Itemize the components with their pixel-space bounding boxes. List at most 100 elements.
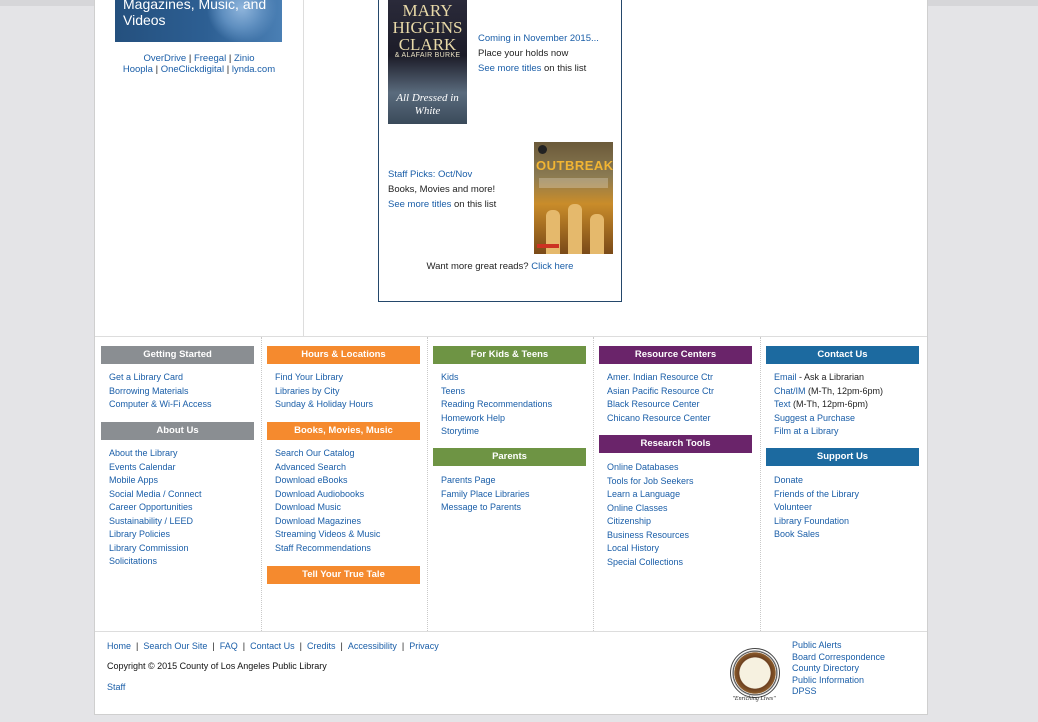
- cover-author: MARY HIGGINS CLARK: [392, 1, 463, 54]
- digital-media-banner[interactable]: Magazines, Music, and Videos: [115, 0, 282, 42]
- nav-link[interactable]: Reading Recommendations: [441, 399, 552, 409]
- nav-link[interactable]: Sunday & Holiday Hours: [275, 399, 373, 409]
- staff-picks-description: Books, Movies and more!: [388, 184, 496, 195]
- nav-link[interactable]: Search Our Catalog: [275, 448, 355, 458]
- nav-link[interactable]: Mobile Apps: [109, 475, 158, 485]
- coming-november-link[interactable]: Coming in November 2015...: [478, 33, 599, 44]
- nav-link[interactable]: Library Policies: [109, 529, 170, 539]
- nav-link[interactable]: Get a Library Card: [109, 372, 183, 382]
- nav-link[interactable]: Download eBooks: [275, 475, 348, 485]
- nav-link[interactable]: Solicitations: [109, 556, 157, 566]
- site-footer: Home | Search Our Site | FAQ | Contact Us | Cred…: [95, 632, 927, 714]
- nav-link[interactable]: Teens: [441, 386, 465, 396]
- footer-link-accessibility[interactable]: Accessibility: [348, 641, 397, 651]
- nav-link[interactable]: Donate: [774, 475, 803, 485]
- nav-link[interactable]: Message to Parents: [441, 502, 521, 512]
- link-lynda[interactable]: lynda.com: [232, 64, 275, 75]
- nav-link[interactable]: Tools for Job Seekers: [607, 476, 694, 486]
- tell-your-true-tale-button[interactable]: Tell Your True Tale: [267, 566, 420, 584]
- book-cover-all-dressed-in-white[interactable]: MARY HIGGINS CLARK & ALAFAIR BURKE All D…: [388, 0, 467, 124]
- nav-link[interactable]: Citizenship: [607, 516, 651, 526]
- nav-link[interactable]: Libraries by City: [275, 386, 340, 396]
- see-more-titles-link[interactable]: See more titles: [478, 63, 541, 74]
- footer-link-search[interactable]: Search Our Site: [143, 641, 207, 651]
- nav-link[interactable]: Library Foundation: [774, 516, 849, 526]
- nav-link[interactable]: Homework Help: [441, 413, 505, 423]
- nav-link[interactable]: Social Media / Connect: [109, 489, 202, 499]
- nav-link[interactable]: Book Sales: [774, 529, 820, 539]
- link-hoopla[interactable]: Hoopla: [123, 64, 153, 75]
- nav-link[interactable]: Black Resource Center: [607, 399, 700, 409]
- nav-link[interactable]: Download Magazines: [275, 516, 361, 526]
- nav-link[interactable]: Volunteer: [774, 502, 812, 512]
- nav-link[interactable]: Computer & Wi-Fi Access: [109, 399, 212, 409]
- public-alerts-link[interactable]: Public Alerts: [792, 640, 842, 650]
- footer-link-faq[interactable]: FAQ: [220, 641, 238, 651]
- nav-link[interactable]: Learn a Language: [607, 489, 680, 499]
- nav-link[interactable]: Business Resources: [607, 530, 689, 540]
- getting-started-header: Getting Started: [101, 346, 254, 364]
- footer-navigation: Getting Started Get a Library Card Borro…: [95, 337, 927, 632]
- digital-services-links: OverDrive | Freegal | Zinio Hoopla | One…: [122, 53, 276, 75]
- nav-link[interactable]: Friends of the Library: [774, 489, 859, 499]
- nav-link[interactable]: About the Library: [109, 448, 178, 458]
- nav-link[interactable]: Career Opportunities: [109, 502, 193, 512]
- nav-link[interactable]: Local History: [607, 543, 659, 553]
- cover-title: OUTBREAK: [536, 158, 613, 173]
- nav-link[interactable]: Suggest a Purchase: [774, 413, 855, 423]
- about-us-list: About the Library Events Calendar Mobile…: [109, 447, 202, 569]
- dvd-cover-outbreak[interactable]: OUTBREAK: [534, 142, 613, 254]
- chat-im-link[interactable]: Chat/IM: [774, 386, 806, 396]
- link-oneclickdigital[interactable]: OneClickdigital: [161, 64, 224, 75]
- nav-link[interactable]: Borrowing Materials: [109, 386, 189, 396]
- nav-link[interactable]: Events Calendar: [109, 462, 176, 472]
- nav-link[interactable]: Parents Page: [441, 475, 496, 485]
- books-movies-music-header: Books, Movies, Music: [267, 422, 420, 440]
- board-correspondence-link[interactable]: Board Correspondence: [792, 652, 885, 662]
- nav-column-2: Hours & Locations Find Your Library Libr…: [261, 337, 428, 631]
- nav-link[interactable]: Special Collections: [607, 557, 683, 567]
- nav-link[interactable]: Chicano Resource Center: [607, 413, 711, 423]
- footer-link-contact[interactable]: Contact Us: [250, 641, 295, 651]
- link-zinio[interactable]: Zinio: [234, 53, 255, 64]
- nav-link[interactable]: Film at a Library: [774, 426, 839, 436]
- see-more-titles-link[interactable]: See more titles: [388, 199, 451, 210]
- cover-subtitle-bar: [539, 178, 608, 188]
- footer-links: Home | Search Our Site | FAQ | Contact Us | Cred…: [107, 641, 439, 651]
- contact-us-list: Email - Ask a Librarian Chat/IM (M-Th, 1…: [774, 372, 884, 436]
- frontline-tag: [537, 244, 559, 248]
- footer-link-credits[interactable]: Credits: [307, 641, 336, 651]
- nav-column-1: Getting Started Get a Library Card Borro…: [95, 337, 262, 631]
- nav-link[interactable]: Online Classes: [607, 503, 668, 513]
- nav-link[interactable]: Library Commission: [109, 543, 189, 553]
- nav-link[interactable]: Staff Recommendations: [275, 543, 371, 553]
- county-seal-icon: [730, 648, 780, 698]
- link-overdrive[interactable]: OverDrive: [143, 53, 186, 64]
- footer-link-privacy[interactable]: Privacy: [409, 641, 439, 651]
- nav-link[interactable]: Streaming Videos & Music: [275, 529, 380, 539]
- staff-link[interactable]: Staff: [107, 682, 125, 692]
- nav-link[interactable]: Download Music: [275, 502, 341, 512]
- public-information-link[interactable]: Public Information: [792, 675, 864, 685]
- staff-picks-link[interactable]: Staff Picks: Oct/Nov: [388, 169, 472, 180]
- nav-link[interactable]: Family Place Libraries: [441, 489, 530, 499]
- nav-link[interactable]: Advanced Search: [275, 462, 346, 472]
- dpss-link[interactable]: DPSS: [792, 686, 817, 696]
- hours-locations-header: Hours & Locations: [267, 346, 420, 364]
- nav-link[interactable]: Sustainability / LEED: [109, 516, 193, 526]
- click-here-link[interactable]: Click here: [531, 261, 573, 272]
- upper-content: Magazines, Music, and Videos OverDrive |…: [95, 0, 927, 337]
- text-link[interactable]: Text: [774, 399, 791, 409]
- email-link[interactable]: Email: [774, 372, 797, 382]
- nav-link[interactable]: Find Your Library: [275, 372, 343, 382]
- nav-link[interactable]: Kids: [441, 372, 459, 382]
- nav-link[interactable]: Amer. Indian Resource Ctr: [607, 372, 713, 382]
- nav-link[interactable]: Storytime: [441, 426, 479, 436]
- nav-link[interactable]: Online Databases: [607, 462, 679, 472]
- nav-link[interactable]: Download Audiobooks: [275, 489, 364, 499]
- nav-link[interactable]: Asian Pacific Resource Ctr: [607, 386, 714, 396]
- footer-link-home[interactable]: Home: [107, 641, 131, 651]
- support-us-list: Donate Friends of the Library Volunteer …: [774, 474, 859, 542]
- county-directory-link[interactable]: County Directory: [792, 663, 859, 673]
- link-freegal[interactable]: Freegal: [194, 53, 226, 64]
